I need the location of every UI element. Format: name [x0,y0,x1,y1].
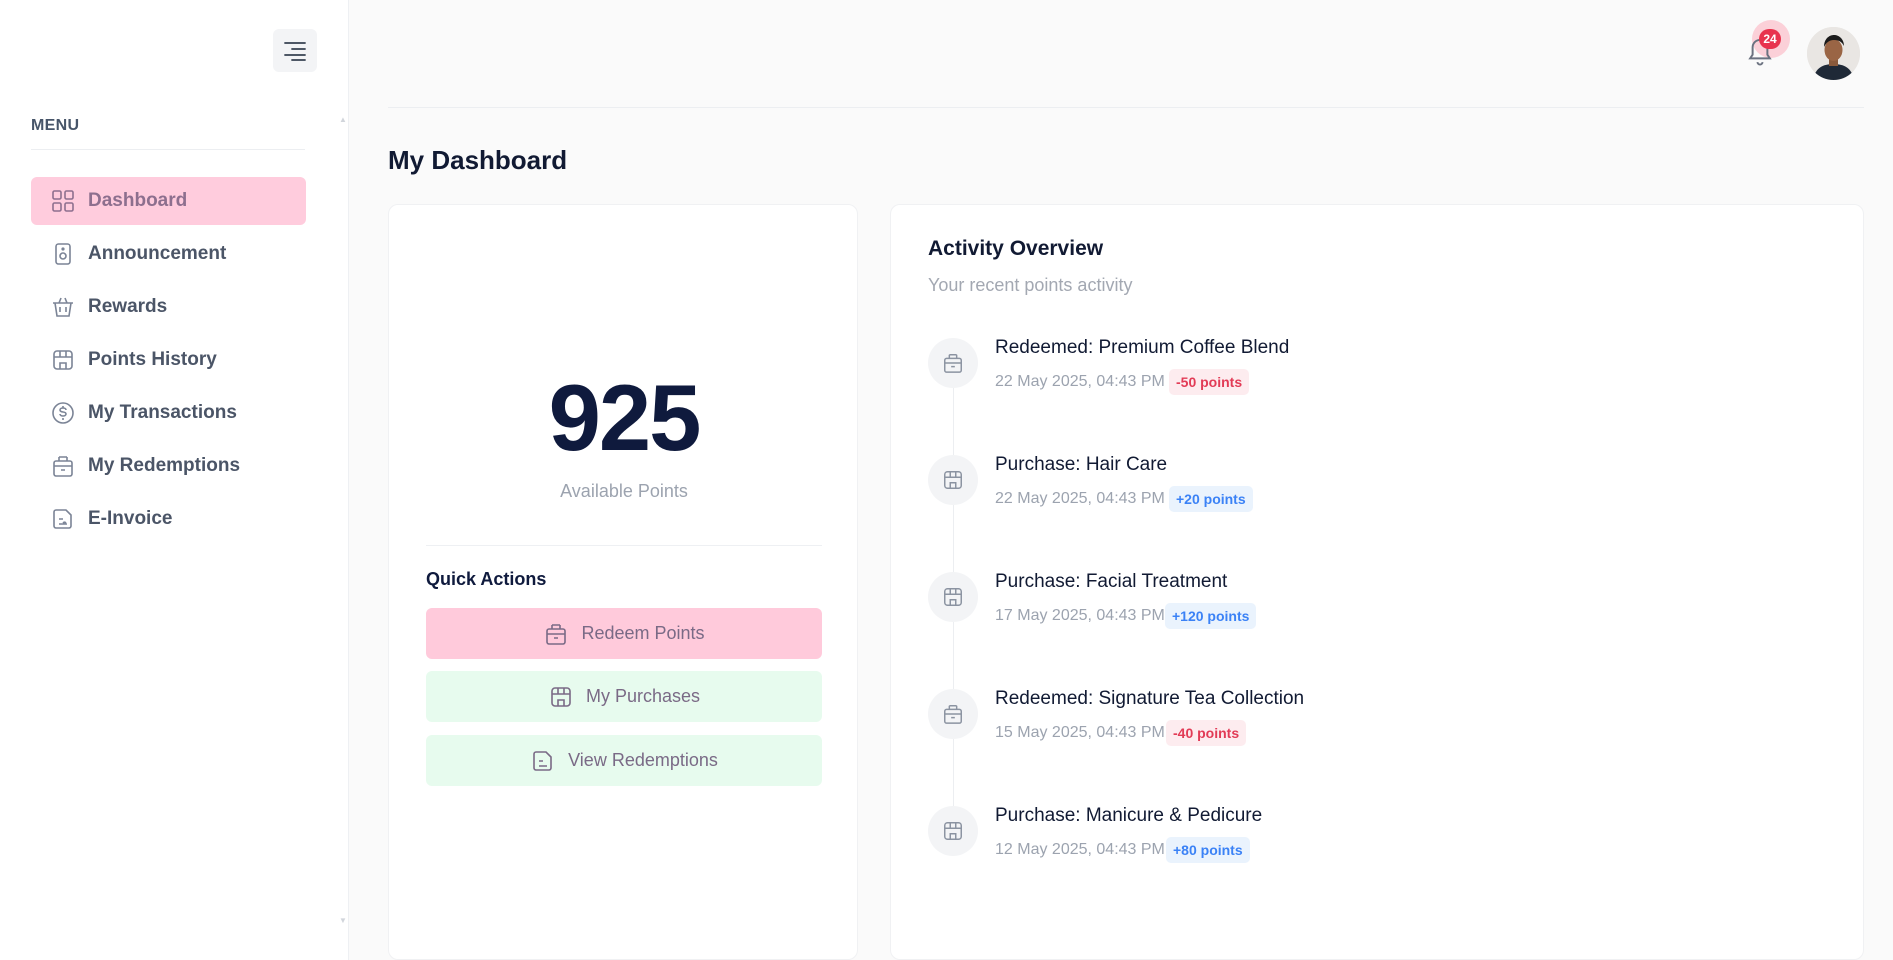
activity-name: Redeemed: Premium Coffee Blend [995,337,1290,358]
store-icon [51,348,75,372]
notification-count-badge: 24 [1759,29,1781,49]
points-badge: +120 points [1165,603,1257,629]
menu-toggle-button[interactable] [273,29,317,72]
points-badge: +80 points [1166,837,1250,863]
activity-name: Purchase: Hair Care [995,454,1168,475]
activity-date: 17 May 2025, 04:43 PM [995,607,1165,624]
dollar-circle-icon [51,401,75,425]
activity-name: Purchase: Manicure & Pedicure [995,805,1263,826]
activity-item: Purchase: Facial Treatment 17 May 2025, … [928,571,1828,651]
available-points-label: Available Points [560,481,688,501]
available-points-value: 925 [548,365,702,470]
dashboard-grid-icon [51,189,75,213]
redeem-points-label: Redeem Points [581,623,705,643]
invoice-icon [51,507,75,531]
view-redemptions-label: View Redemptions [568,750,718,770]
page-title: My Dashboard [388,145,568,175]
sidebar-item-my-redemptions[interactable]: My Redemptions [31,442,306,490]
sidebar-item-dashboard[interactable]: Dashboard [31,177,306,225]
sidebar-item-label: Dashboard [88,190,188,211]
quick-actions-title: Quick Actions [426,569,547,589]
sidebar-item-e-invoice[interactable]: E-Invoice [31,495,306,543]
activity-date: 22 May 2025, 04:43 PM [995,490,1165,507]
gift-bag-icon [928,689,978,739]
sidebar-nav: Dashboard Announcement Rewards Points Hi… [31,177,306,548]
scroll-down-arrow[interactable]: ▼ [339,916,347,925]
activity-date: 22 May 2025, 04:43 PM [995,373,1165,390]
user-avatar[interactable] [1807,27,1860,80]
basket-icon [51,295,75,319]
my-purchases-button[interactable]: My Purchases [426,671,822,722]
store-icon [548,684,574,710]
menu-divider [31,149,305,150]
header-divider [388,107,1864,108]
activity-date: 12 May 2025, 04:43 PM [995,841,1165,858]
menu-label: MENU [31,117,80,134]
sidebar-item-points-history[interactable]: Points History [31,336,306,384]
sidebar-item-label: E-Invoice [88,508,173,529]
points-badge: +20 points [1169,486,1253,512]
my-purchases-label: My Purchases [585,686,701,706]
points-card: 925 Available Points Quick Actions Redee… [388,204,858,960]
gift-bag-icon [543,621,569,647]
gift-bag-icon [51,454,75,478]
points-divider [426,545,822,546]
redeem-points-button[interactable]: Redeem Points [426,608,822,659]
store-icon [928,572,978,622]
sidebar: MENU ▲ ▼ Dashboard Announcement Rewards … [0,0,349,960]
activity-item: Redeemed: Signature Tea Collection 15 Ma… [928,688,1828,768]
sidebar-item-label: Announcement [88,243,227,264]
activity-card: Activity Overview Your recent points act… [890,204,1864,960]
sidebar-item-label: My Transactions [88,402,237,423]
activity-item: Purchase: Manicure & Pedicure 12 May 202… [928,805,1828,885]
store-icon [928,806,978,856]
activity-item: Redeemed: Premium Coffee Blend 22 May 20… [928,337,1828,417]
view-redemptions-button[interactable]: View Redemptions [426,735,822,786]
speaker-icon [51,242,75,266]
store-icon [928,455,978,505]
activity-subtitle: Your recent points activity [928,275,1133,295]
sidebar-item-my-transactions[interactable]: My Transactions [31,389,306,437]
activity-date: 15 May 2025, 04:43 PM [995,724,1165,741]
activity-name: Purchase: Facial Treatment [995,571,1228,592]
points-badge: -40 points [1166,720,1247,746]
activity-item: Purchase: Hair Care 22 May 2025, 04:43 P… [928,454,1828,534]
hamburger-icon [284,41,306,61]
sidebar-item-label: My Redemptions [88,455,241,476]
points-badge: -50 points [1169,369,1250,395]
scroll-up-arrow[interactable]: ▲ [339,115,347,124]
sidebar-item-announcement[interactable]: Announcement [31,230,306,278]
activity-name: Redeemed: Signature Tea Collection [995,688,1305,709]
sidebar-item-label: Rewards [88,296,168,317]
activity-title: Activity Overview [928,237,1104,260]
invoice-icon [530,748,556,774]
sidebar-item-label: Points History [88,349,217,370]
sidebar-item-rewards[interactable]: Rewards [31,283,306,331]
gift-bag-icon [928,338,978,388]
